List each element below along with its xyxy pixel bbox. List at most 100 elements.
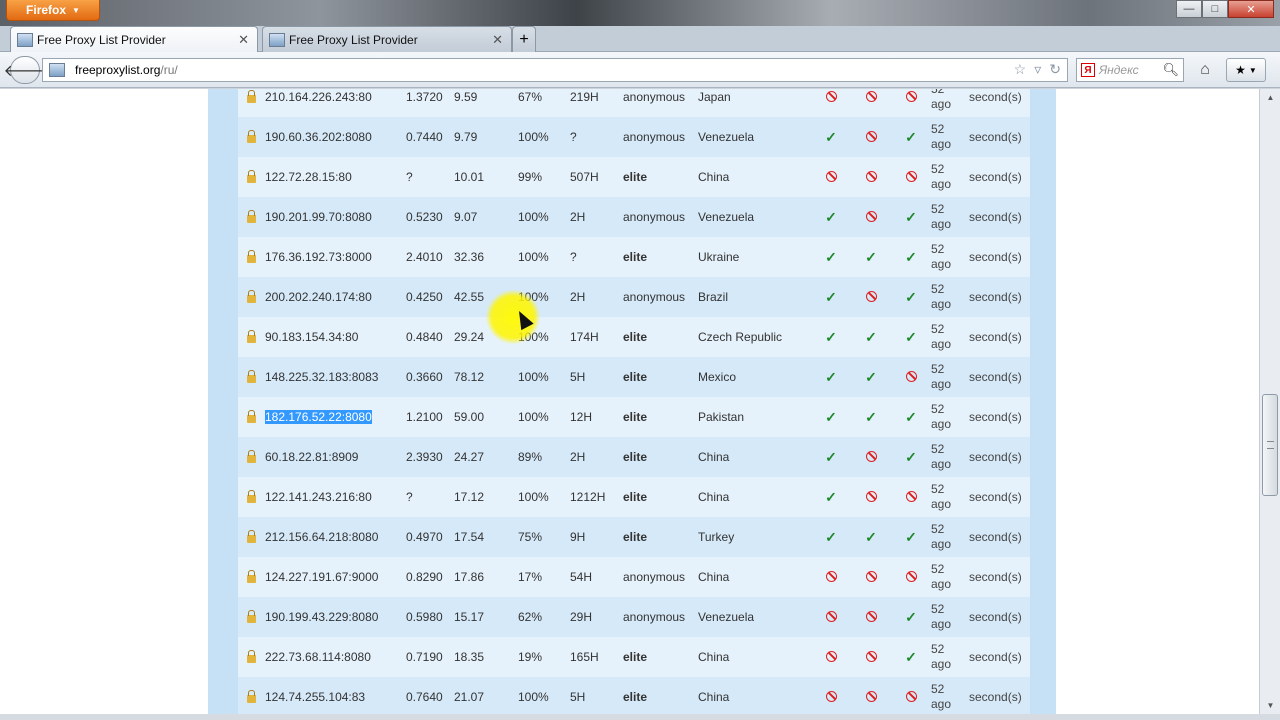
ip-cell[interactable]: 190.199.43.229:8080 — [265, 597, 406, 637]
proxy-ip-text[interactable]: 176.36.192.73:8000 — [265, 250, 372, 264]
proxy-ip-text[interactable]: 190.199.43.229:8080 — [265, 610, 378, 624]
table-row: 190.201.99.70:8080 0.5230 9.07 100% 2H anonym… — [238, 197, 1030, 237]
ip-cell[interactable]: 212.156.64.218:8080 — [265, 517, 406, 557]
feature-cell — [811, 677, 851, 714]
table-row: 190.60.36.202:8080 0.7440 9.79 100%? anonymo… — [238, 117, 1030, 157]
scrollbar-thumb[interactable] — [1262, 394, 1278, 496]
response-cell: 0.7640 — [406, 677, 454, 714]
ip-cell[interactable]: 222.73.68.114:8080 — [265, 637, 406, 677]
lock-icon — [247, 650, 256, 663]
feature-cell — [851, 117, 891, 157]
anonymity-cell: elite — [623, 397, 698, 437]
proxy-ip-text[interactable]: 148.225.32.183:8083 — [265, 370, 378, 384]
search-input[interactable]: Яндекс — [1099, 63, 1158, 77]
ago-word: ago — [931, 257, 952, 271]
lock-cell — [238, 557, 265, 597]
home-button[interactable]: ⌂ — [1192, 58, 1218, 82]
online-cell: 5H — [570, 357, 623, 397]
feature-cell: ✓ — [891, 597, 931, 637]
feature-cell — [851, 597, 891, 637]
proxy-ip-text[interactable]: 222.73.68.114:8080 — [265, 650, 371, 664]
scroll-down-icon[interactable]: ▼ — [1260, 697, 1280, 714]
firefox-menu-button[interactable]: Firefox ▼ — [6, 0, 100, 21]
feature-cell — [891, 157, 931, 197]
ago-word: ago — [931, 137, 952, 151]
ip-cell[interactable]: 190.201.99.70:8080 — [265, 197, 406, 237]
lock-icon — [247, 570, 256, 583]
bookmarks-button[interactable]: ★ ▼ — [1226, 58, 1266, 82]
not-allowed-icon — [865, 571, 877, 582]
ip-cell[interactable]: 90.183.154.34:80 — [265, 317, 406, 357]
checkmark-icon: ✓ — [825, 448, 837, 465]
ip-cell[interactable]: 122.72.28.15:80 — [265, 157, 406, 197]
table-row: 122.72.28.15:80? 10.01 99% 507H elite China 52… — [238, 157, 1030, 197]
time-unit-cell: second(s) — [969, 517, 1030, 557]
tab-free-proxy-list-1[interactable]: Free Proxy List Provider ✕ — [10, 26, 258, 53]
country-cell: Pakistan — [698, 397, 811, 437]
proxy-ip-text[interactable]: 60.18.22.81:8909 — [265, 450, 358, 464]
ago-word: ago — [931, 697, 952, 711]
checked-ago-cell: 52 ago — [931, 357, 969, 397]
time-unit-cell: second(s) — [969, 157, 1030, 197]
proxy-ip-text[interactable]: 90.183.154.34:80 — [265, 330, 358, 344]
feature-cell: ✓ — [851, 317, 891, 357]
close-tab-icon[interactable]: ✕ — [238, 32, 249, 48]
close-tab-icon[interactable]: ✕ — [492, 32, 503, 48]
proxy-ip-text[interactable]: 124.74.255.104:83 — [265, 690, 365, 704]
country-cell: Venezuela — [698, 117, 811, 157]
ip-cell[interactable]: 148.225.32.183:8083 — [265, 357, 406, 397]
ip-cell[interactable]: 190.60.36.202:8080 — [265, 117, 406, 157]
ip-cell[interactable]: 182.176.52.22:8080 — [265, 397, 406, 437]
vertical-scrollbar[interactable]: ▲ ▼ — [1259, 89, 1280, 714]
response-cell: ? — [406, 477, 454, 517]
speed-cell: 9.79 — [454, 117, 518, 157]
ago-number: 52 — [931, 362, 945, 376]
country-cell: Venezuela — [698, 597, 811, 637]
anonymity-cell: elite — [623, 437, 698, 477]
proxy-ip-text[interactable]: 190.201.99.70:8080 — [265, 210, 372, 224]
proxy-ip-text[interactable]: 182.176.52.22:8080 — [265, 410, 372, 424]
back-button[interactable]: 🡐 — [4, 56, 46, 84]
checkmark-icon: ✓ — [905, 408, 917, 425]
checked-ago-cell: 52 ago — [931, 437, 969, 477]
maximize-button[interactable]: □ — [1202, 0, 1228, 18]
url-host: freeproxylist.org — [75, 63, 161, 77]
checkmark-icon: ✓ — [905, 288, 917, 305]
ip-cell[interactable]: 210.164.226.243:80 — [265, 89, 406, 117]
country-cell: China — [698, 157, 811, 197]
proxy-ip-text[interactable]: 122.72.28.15:80 — [265, 170, 352, 184]
ago-word: ago — [931, 177, 952, 191]
scroll-up-icon[interactable]: ▲ — [1260, 89, 1280, 106]
status-bar — [0, 714, 1280, 720]
country-cell: China — [698, 477, 811, 517]
proxy-ip-text[interactable]: 124.227.191.67:9000 — [265, 570, 378, 584]
ip-cell[interactable]: 124.74.255.104:83 — [265, 677, 406, 714]
proxy-ip-text[interactable]: 122.141.243.216:80 — [265, 490, 372, 504]
ip-cell[interactable]: 122.141.243.216:80 — [265, 477, 406, 517]
ip-cell[interactable]: 176.36.192.73:8000 — [265, 237, 406, 277]
checkmark-icon: ✓ — [905, 528, 917, 545]
close-window-button[interactable]: ✕ — [1228, 0, 1274, 18]
address-bar[interactable]: freeproxylist.org /ru/ ☆ ▿ ↻ — [42, 58, 1068, 82]
minimize-button[interactable]: — — [1176, 0, 1202, 18]
new-tab-button[interactable]: + — [512, 26, 536, 52]
search-icon[interactable]: 🔍︎ — [1162, 62, 1179, 78]
checkmark-icon: ✓ — [825, 208, 837, 225]
proxy-ip-text[interactable]: 190.60.36.202:8080 — [265, 130, 372, 144]
ip-cell[interactable]: 200.202.240.174:80 — [265, 277, 406, 317]
site-identity-icon[interactable] — [49, 63, 65, 77]
star-icon[interactable]: ☆ — [1014, 61, 1027, 78]
ip-cell[interactable]: 60.18.22.81:8909 — [265, 437, 406, 477]
proxy-ip-text[interactable]: 210.164.226.243:80 — [265, 90, 372, 104]
reload-icon[interactable]: ↻ — [1049, 61, 1061, 78]
proxy-ip-text[interactable]: 200.202.240.174:80 — [265, 290, 372, 304]
yandex-logo-icon[interactable]: Я — [1081, 63, 1095, 77]
tab-free-proxy-list-2[interactable]: Free Proxy List Provider ✕ — [262, 26, 512, 52]
dropdown-icon[interactable]: ▿ — [1034, 61, 1041, 78]
response-cell: 0.4840 — [406, 317, 454, 357]
ip-cell[interactable]: 124.227.191.67:9000 — [265, 557, 406, 597]
online-cell: 2H — [570, 437, 623, 477]
online-cell: 9H — [570, 517, 623, 557]
search-bar[interactable]: Я Яндекс 🔍︎ — [1076, 58, 1184, 82]
proxy-ip-text[interactable]: 212.156.64.218:8080 — [265, 530, 378, 544]
